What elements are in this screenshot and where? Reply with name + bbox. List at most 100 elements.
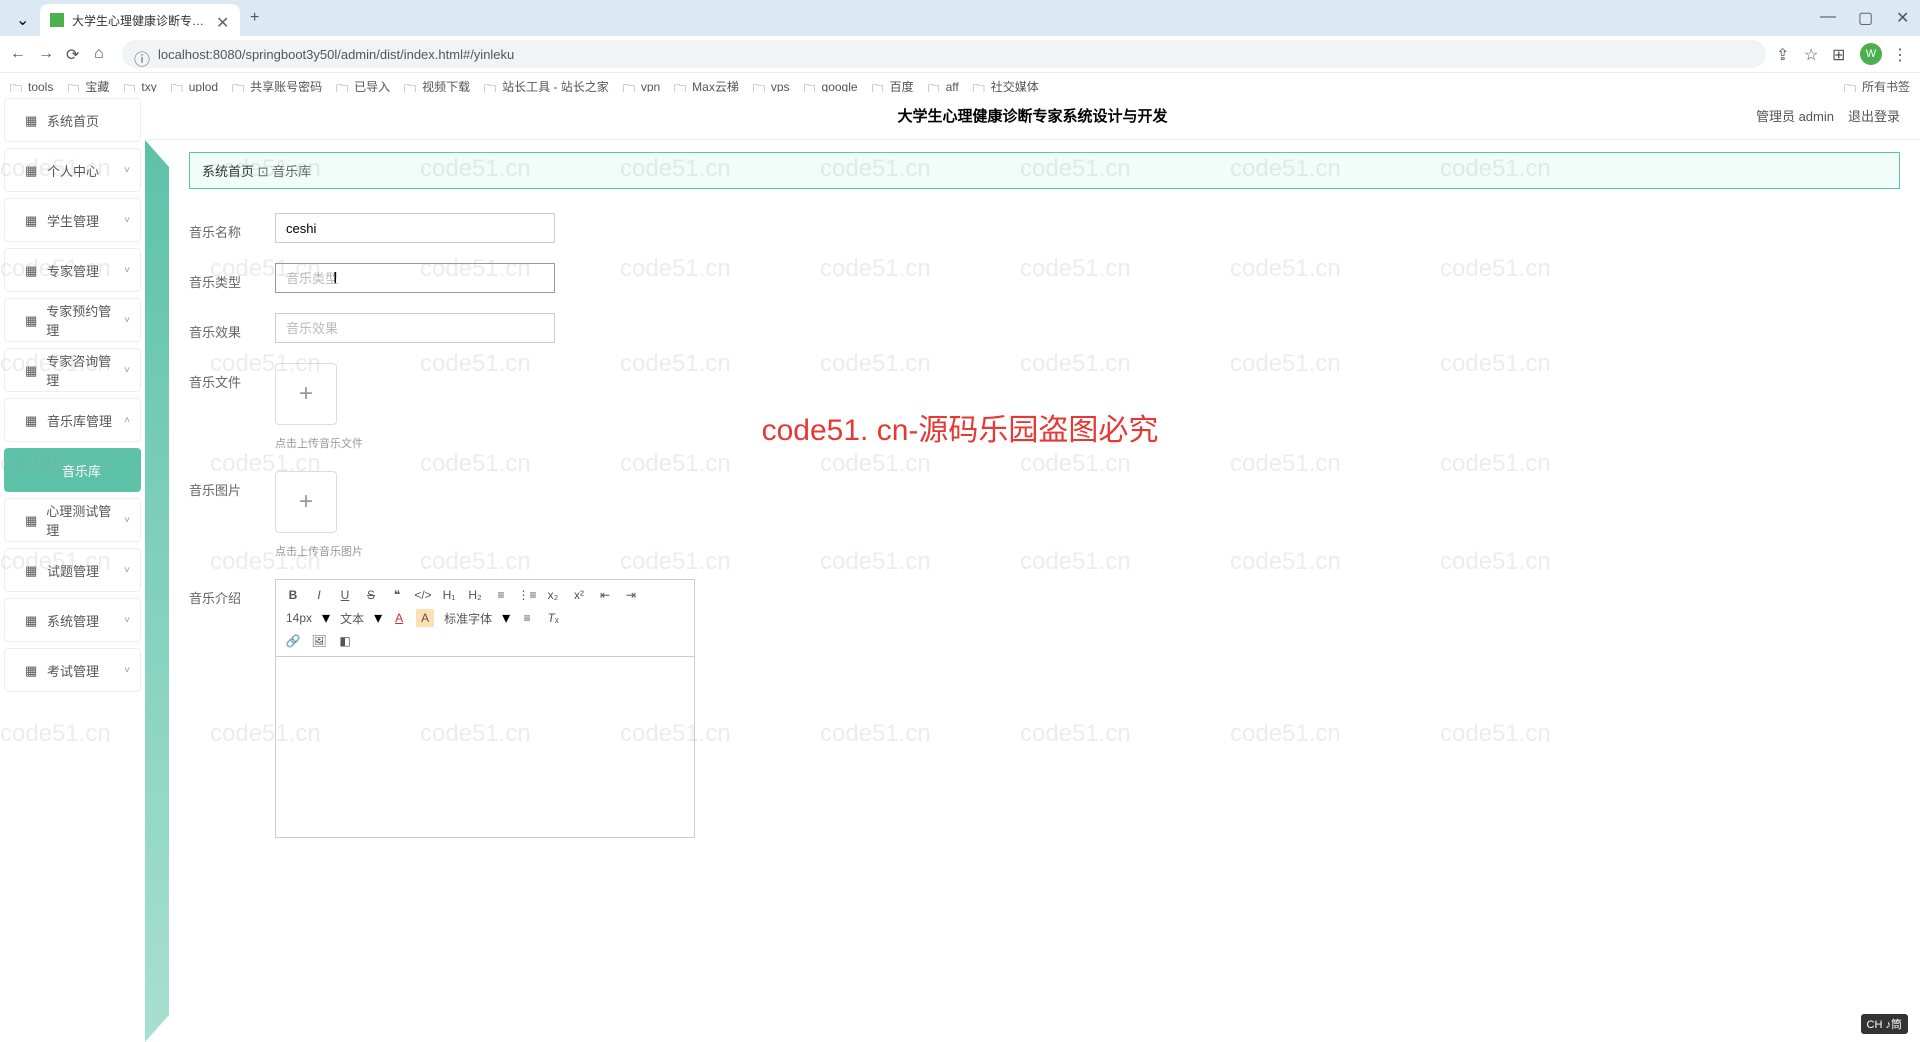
- link-button[interactable]: 🔗: [284, 632, 302, 650]
- music-image-label: 音乐图片: [189, 471, 275, 499]
- music-file-label: 音乐文件: [189, 363, 275, 391]
- editor-body[interactable]: [276, 657, 694, 837]
- chevron-icon: ▾: [374, 608, 382, 628]
- subscript-button[interactable]: x₂: [544, 586, 562, 604]
- font-family-select[interactable]: 标准字体: [442, 610, 494, 627]
- home-icon: ▦: [25, 113, 39, 127]
- sidebar-item[interactable]: ▦ 试题管理 ˅: [4, 548, 141, 592]
- ordered-list-button[interactable]: ≡: [492, 586, 510, 604]
- breadcrumb-sep: ⊡: [258, 164, 269, 179]
- music-intro-label: 音乐介绍: [189, 579, 275, 607]
- logout-link[interactable]: 退出登录: [1848, 106, 1900, 125]
- sidebar-item[interactable]: ▦系统管理˅: [4, 598, 141, 642]
- code-button[interactable]: </>: [414, 586, 432, 604]
- back-button[interactable]: ←: [10, 45, 28, 63]
- align-button[interactable]: ≡: [518, 609, 536, 627]
- image-button[interactable]: 🖼: [310, 632, 328, 650]
- sidebar-item[interactable]: ▦专家预约管理˅: [4, 298, 141, 342]
- minimize-button[interactable]: —: [1820, 8, 1834, 22]
- sidebar-item-label: 专家预约管理: [46, 301, 120, 339]
- image-upload-box[interactable]: +: [275, 471, 337, 533]
- chevron-down-icon: ˅: [124, 565, 130, 576]
- sidebar-item[interactable]: ▦ 系统首页: [4, 98, 141, 142]
- sidebar-item-label: 系统首页: [47, 111, 99, 130]
- text-color-button[interactable]: A: [390, 609, 408, 627]
- monitor-icon: ▦: [25, 263, 39, 277]
- superscript-button[interactable]: x²: [570, 586, 588, 604]
- share-button[interactable]: ⇪: [1776, 45, 1794, 63]
- italic-button[interactable]: I: [310, 586, 328, 604]
- site-info-icon[interactable]: ⓘ: [134, 46, 150, 62]
- bold-button[interactable]: B: [284, 586, 302, 604]
- sidebar-item[interactable]: ▦学生管理˅: [4, 198, 141, 242]
- new-tab-button[interactable]: +: [250, 9, 259, 27]
- sidebar-item-label: 专家管理: [47, 261, 99, 280]
- clear-format-button[interactable]: Tₓ: [544, 609, 562, 627]
- close-icon[interactable]: ✕: [216, 13, 230, 27]
- maximize-button[interactable]: ▢: [1858, 8, 1872, 22]
- outdent-button[interactable]: ⇥: [622, 586, 640, 604]
- browser-tab[interactable]: 大学生心理健康诊断专家系统 ✕: [40, 4, 240, 36]
- sidebar-item-label: 音乐库: [62, 461, 101, 480]
- sidebar-item[interactable]: ▦专家咨询管理˅: [4, 348, 141, 392]
- font-size-select[interactable]: 14px: [284, 611, 314, 625]
- home-button[interactable]: ⌂: [94, 45, 112, 63]
- h1-button[interactable]: H₁: [440, 586, 458, 604]
- grid-icon: ▦: [25, 663, 39, 677]
- strike-button[interactable]: S: [362, 586, 380, 604]
- sidebar-item[interactable]: 音乐库: [4, 448, 141, 492]
- bookmark-star-icon[interactable]: ☆: [1804, 45, 1822, 63]
- sidebar-item[interactable]: ▦ 个人中心 ˅: [4, 148, 141, 192]
- form-row-name: 音乐名称: [189, 213, 1900, 243]
- sidebar-item-label: 试题管理: [47, 561, 99, 580]
- forward-button[interactable]: →: [38, 45, 56, 63]
- music-name-input[interactable]: [275, 213, 555, 243]
- sidebar-item[interactable]: ▦专家管理˅: [4, 248, 141, 292]
- extensions-icon[interactable]: ⊞: [1832, 45, 1850, 63]
- chevron-down-icon: ˅: [124, 315, 130, 326]
- sidebar-item-label: 考试管理: [47, 661, 99, 680]
- grid-icon: ▦: [25, 213, 39, 227]
- close-window-button[interactable]: ✕: [1896, 8, 1910, 22]
- sidebar-item-label: 个人中心: [47, 161, 99, 180]
- underline-button[interactable]: U: [336, 586, 354, 604]
- file-upload-hint: 点击上传音乐文件: [275, 435, 363, 451]
- quote-button[interactable]: ❝: [388, 586, 406, 604]
- music-effect-label: 音乐效果: [189, 313, 275, 341]
- sidebar-item[interactable]: ▦音乐库管理˄: [4, 398, 141, 442]
- chevron-down-icon: ˅: [124, 165, 130, 176]
- chevron-down-icon: ˅: [124, 665, 130, 676]
- tab-list-dropdown[interactable]: ⌄: [16, 10, 32, 26]
- grid-icon: ▦: [25, 613, 39, 627]
- bg-color-button[interactable]: A: [416, 609, 434, 627]
- ime-indicator[interactable]: CH ♪筒: [1861, 1014, 1908, 1034]
- list-icon: ▦: [25, 563, 39, 577]
- text-type-select[interactable]: 文本: [338, 610, 366, 627]
- profile-avatar[interactable]: W: [1860, 43, 1882, 65]
- grid-icon: ▦: [25, 363, 38, 377]
- menu-icon[interactable]: ⋮: [1892, 45, 1910, 63]
- h2-button[interactable]: H₂: [466, 586, 484, 604]
- url-input[interactable]: ⓘ localhost:8080/springboot3y50l/admin/d…: [122, 40, 1766, 68]
- file-upload-box[interactable]: +: [275, 363, 337, 425]
- grid-icon: ▦: [25, 513, 38, 527]
- user-icon: ▦: [25, 163, 39, 177]
- window-controls: — ▢ ✕: [1820, 8, 1910, 22]
- sidebar-item-label: 学生管理: [47, 211, 99, 230]
- sidebar: ▦系统首页▦个人中心˅▦学生管理˅▦专家管理˅▦专家预约管理˅▦专家咨询管理˅▦…: [0, 92, 145, 1042]
- music-type-input[interactable]: [275, 263, 555, 293]
- breadcrumb-home[interactable]: 系统首页: [202, 164, 254, 179]
- music-effect-input[interactable]: [275, 313, 555, 343]
- chevron-down-icon: ˅: [124, 615, 130, 626]
- content-wrap: 系统首页 ⊡ 音乐库 音乐名称 音乐类型 I: [145, 140, 1920, 1042]
- music-type-label: 音乐类型: [189, 263, 275, 291]
- indent-button[interactable]: ⇤: [596, 586, 614, 604]
- form-row-type: 音乐类型 I: [189, 263, 1900, 293]
- sidebar-item[interactable]: ▦心理测试管理˅: [4, 498, 141, 542]
- breadcrumb-current: 音乐库: [272, 164, 311, 179]
- reload-button[interactable]: ⟳: [66, 45, 84, 63]
- unordered-list-button[interactable]: ⋮≡: [518, 586, 536, 604]
- video-button[interactable]: ◧: [336, 632, 354, 650]
- sidebar-item[interactable]: ▦ 考试管理 ˅: [4, 648, 141, 692]
- form-row-intro: 音乐介绍 B I U S ❝ </> H₁ H₂: [189, 579, 1900, 838]
